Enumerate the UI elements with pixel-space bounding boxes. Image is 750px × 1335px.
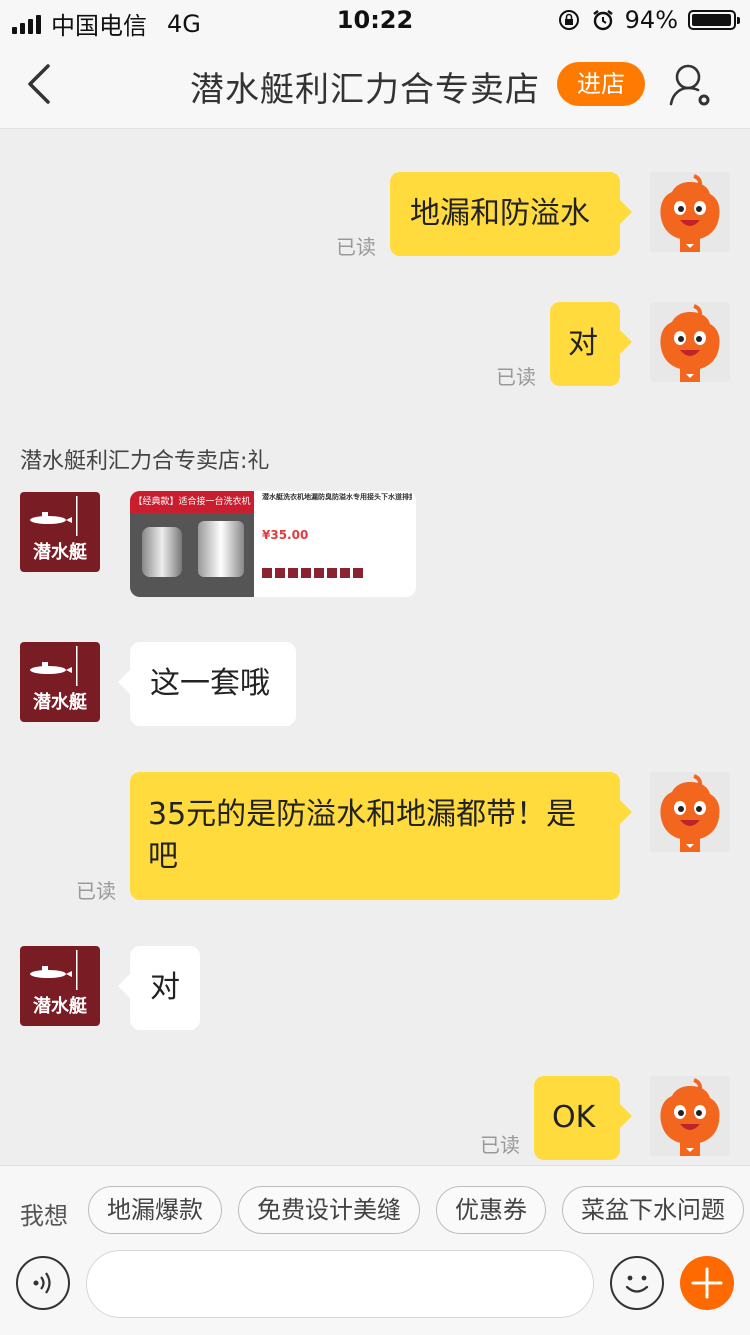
back-arrow-icon[interactable] [22, 62, 62, 106]
alarm-icon [592, 10, 613, 31]
mascot-icon [660, 304, 720, 382]
product-banner: 【经典款】适合接一台洗衣机 [130, 491, 254, 513]
rotation-lock-icon [558, 10, 579, 30]
read-receipt: 已读 [336, 235, 376, 259]
read-receipt: 已读 [76, 879, 116, 903]
product-price: ¥35.00 [262, 528, 309, 542]
shop-avatar-text: 潜水艇 [33, 996, 87, 1017]
page-title: 潜水艇利汇力合专卖店 [190, 70, 540, 110]
message-bubble-me[interactable]: OK [534, 1076, 632, 1160]
submarine-logo-icon [30, 496, 78, 536]
battery-percent: 94% [624, 6, 678, 34]
shop-avatar-text: 潜水艇 [33, 542, 87, 563]
message-bubble-shop[interactable]: 对 [118, 946, 200, 1030]
voice-icon [33, 1272, 51, 1294]
my-avatar[interactable] [650, 772, 730, 852]
plus-icon [691, 1267, 723, 1299]
quick-reply-chips: 地漏爆款 免费设计美缝 优惠券 菜盆下水问题 [88, 1186, 744, 1234]
mascot-icon [660, 1078, 720, 1156]
product-title: 潜水艇洗衣机地漏防臭防溢水专用接头下水道排封闭地漏芯 [262, 493, 412, 501]
enter-store-button[interactable]: 进店 [557, 62, 645, 106]
read-receipt: 已读 [480, 1133, 520, 1157]
battery-icon [688, 10, 740, 30]
user-settings-icon[interactable] [668, 62, 712, 108]
mascot-icon [660, 174, 720, 252]
smiley-icon [625, 1275, 649, 1293]
quick-reply-chip[interactable]: 菜盆下水问题 [562, 1186, 744, 1234]
quick-reply-label: 我想 [20, 1202, 68, 1230]
mascot-icon [660, 774, 720, 852]
submarine-logo-icon [30, 646, 78, 686]
bottom-bar: 我想 地漏爆款 免费设计美缝 优惠券 菜盆下水问题 [0, 1165, 750, 1335]
shop-avatar-text: 潜水艇 [33, 692, 87, 713]
quick-reply-chip[interactable]: 优惠券 [436, 1186, 546, 1234]
message-bubble-me[interactable]: 对 [550, 302, 632, 386]
message-bubble-shop[interactable]: 这一套哦 [118, 642, 296, 726]
shop-avatar[interactable]: 潜水艇 [20, 492, 100, 572]
my-avatar[interactable] [650, 302, 730, 382]
message-input[interactable] [86, 1250, 594, 1318]
emoji-button[interactable] [610, 1256, 664, 1310]
submarine-logo-icon [30, 950, 78, 990]
read-receipt: 已读 [496, 365, 536, 389]
my-avatar[interactable] [650, 172, 730, 252]
more-actions-button[interactable] [680, 1256, 734, 1310]
status-bar: 中国电信 4G 10:22 94% [0, 0, 750, 40]
product-image: 【经典款】适合接一台洗衣机 [130, 491, 254, 597]
sender-name: 潜水艇利汇力合专卖店:礼 [20, 449, 270, 474]
quick-reply-chip[interactable]: 免费设计美缝 [238, 1186, 420, 1234]
shop-avatar[interactable]: 潜水艇 [20, 642, 100, 722]
my-avatar[interactable] [650, 1076, 730, 1156]
message-bubble-me[interactable]: 地漏和防溢水 [390, 172, 632, 256]
navbar: 潜水艇利汇力合专卖店 进店 [0, 40, 750, 129]
product-thumbnails [262, 568, 412, 578]
message-bubble-me[interactable]: 35元的是防溢水和地漏都带！是吧 [130, 772, 632, 900]
voice-input-button[interactable] [16, 1256, 70, 1310]
product-card[interactable]: 【经典款】适合接一台洗衣机 潜水艇洗衣机地漏防臭防溢水专用接头下水道排封闭地漏芯… [130, 491, 416, 597]
chat-area[interactable]: 已读 地漏和防溢水 已读 对 潜水艇利汇力合专卖店:礼 潜水艇 【经典款】适合接… [0, 129, 750, 1165]
quick-reply-chip[interactable]: 地漏爆款 [88, 1186, 222, 1234]
shop-avatar[interactable]: 潜水艇 [20, 946, 100, 1026]
